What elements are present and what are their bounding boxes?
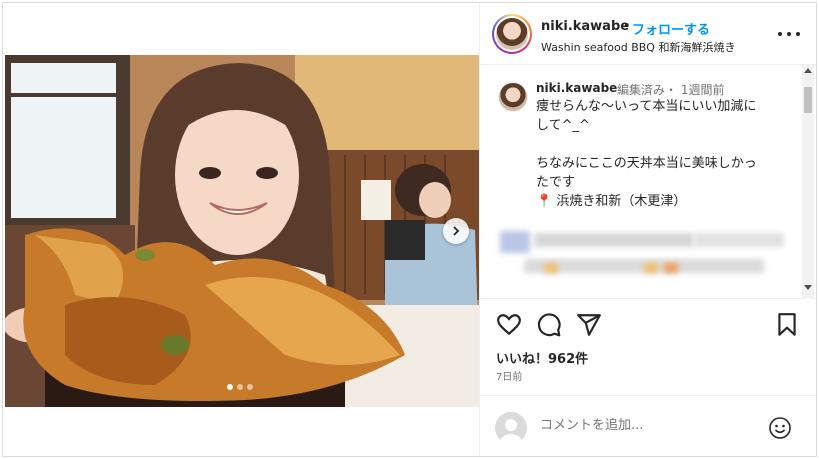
caption-place: 浜焼き和新（木更津）: [556, 194, 687, 209]
add-comment-bar: [480, 395, 816, 456]
comment-icon[interactable]: [536, 312, 562, 338]
scroll-thumb[interactable]: [804, 87, 812, 113]
chevron-right-icon: [453, 226, 460, 236]
carousel-dot: [247, 384, 253, 390]
more-icon[interactable]: [778, 27, 800, 41]
comments-area: niki.kawabe 編集済み・ 1週間前 痩せらんな〜いって本当にいい加減に…: [480, 65, 816, 299]
caption-line: ちなみにここの天丼本当に美味しかっ: [536, 156, 757, 171]
carousel-dot: [227, 384, 233, 390]
caption-meta: 編集済み・ 1週間前: [617, 83, 725, 97]
post-header: niki.kawabe • フォローする Washin seafood BBQ …: [480, 3, 816, 65]
caption-line: して^_^: [536, 118, 590, 133]
emoji-icon[interactable]: [768, 416, 792, 440]
post-photo[interactable]: [5, 55, 479, 407]
likes-count[interactable]: いいね！962件: [496, 348, 588, 367]
post-window: niki.kawabe • フォローする Washin seafood BBQ …: [2, 2, 817, 457]
follow-button[interactable]: フォローする: [632, 19, 710, 38]
scroll-down-arrow[interactable]: [802, 285, 814, 295]
blurred-comment: [494, 225, 794, 295]
comment-input[interactable]: [540, 418, 760, 433]
scroll-up-arrow[interactable]: [802, 67, 814, 77]
carousel-dots: [3, 384, 477, 390]
post-media: [3, 3, 480, 456]
share-icon[interactable]: [576, 312, 602, 338]
post-date[interactable]: 7日前: [496, 368, 522, 383]
viewer-avatar: [495, 412, 527, 444]
post-location[interactable]: Washin seafood BBQ 和新海鮮浜焼き: [541, 39, 735, 55]
bookmark-icon[interactable]: [774, 312, 800, 338]
heart-icon[interactable]: [496, 312, 522, 338]
author-username[interactable]: niki.kawabe: [541, 19, 629, 34]
carousel-dot: [237, 384, 243, 390]
action-bar: [480, 303, 816, 347]
author-avatar[interactable]: [492, 14, 532, 54]
separator-dot: •: [623, 19, 631, 34]
post-details-panel: niki.kawabe • フォローする Washin seafood BBQ …: [480, 3, 816, 456]
comments-scrollbar[interactable]: [802, 65, 814, 299]
caption-line: 痩せらんな〜いって本当にいい加減に: [536, 99, 757, 114]
caption-text: 痩せらんな〜いって本当にいい加減に して^_^ ちなみにここの天丼本当に美味しか…: [536, 97, 798, 211]
caption-line: 📍 浜焼き和新（木更津）: [536, 192, 798, 211]
caption-username[interactable]: niki.kawabe: [536, 81, 617, 95]
next-photo-button[interactable]: [443, 218, 469, 244]
photo-illustration: [5, 55, 479, 407]
caption-line: たです: [536, 175, 576, 190]
caption-avatar[interactable]: [498, 82, 528, 112]
pin-icon: 📍: [536, 194, 553, 209]
